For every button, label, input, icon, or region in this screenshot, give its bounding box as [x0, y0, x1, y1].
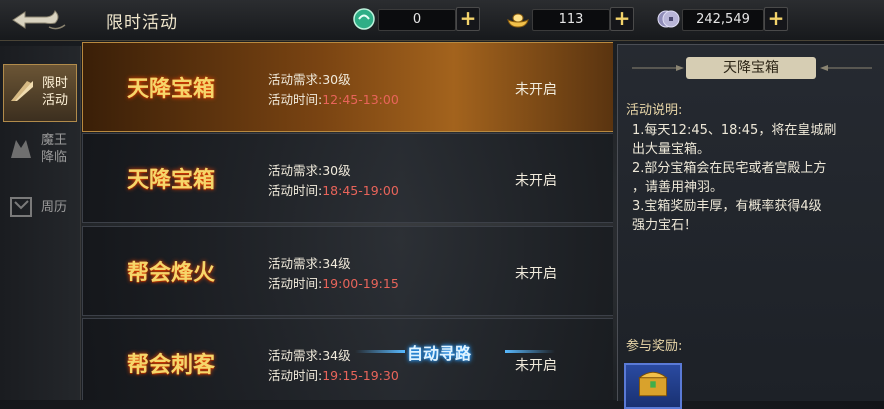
silver-resource: 242,549 + — [656, 7, 788, 31]
tab-label: 限时活动 — [42, 76, 69, 108]
activity-name: 帮会刺客 — [126, 353, 215, 378]
detail-title-plate: 天降宝箱 — [686, 57, 816, 79]
description-heading: 活动说明: — [626, 103, 683, 118]
activity-time-value: 19:00-19:15 — [322, 276, 399, 291]
activity-time: 活动时间:18:45-19:00 — [268, 183, 399, 198]
add-gold-button[interactable]: + — [610, 7, 634, 31]
silver-count: 242,549 — [682, 9, 764, 31]
activity-time: 活动时间:12:45-13:00 — [268, 92, 399, 107]
back-button[interactable] — [4, 4, 74, 36]
add-jade-button[interactable]: + — [456, 7, 480, 31]
activity-status: 未开启 — [515, 82, 557, 98]
activity-name: 天降宝箱 — [126, 168, 215, 193]
auto-path-indicator[interactable]: 自动寻路 — [355, 340, 555, 364]
jade-resource: 0 + — [352, 7, 480, 31]
activity-time-value: 12:45-13:00 — [322, 92, 399, 107]
detail-title: 天降宝箱 — [723, 60, 779, 76]
top-bar: 限时活动 0 + 113 + 242,549 + — [0, 0, 884, 41]
tab-label: 周历 — [41, 200, 68, 215]
reward-item[interactable] — [624, 363, 682, 409]
gold-count: 113 — [532, 9, 610, 31]
activity-row[interactable]: 天降宝箱 活动需求:30级 活动时间:18:45-19:00 未开启 — [82, 133, 613, 223]
auto-path-right-line — [505, 350, 555, 353]
tab-label: 魔王降临 — [41, 133, 68, 165]
title-ornament-left-icon — [632, 65, 684, 71]
back-arrow-icon — [12, 10, 66, 30]
gold-resource: 113 + — [506, 7, 634, 31]
activity-detail-panel: 天降宝箱 活动说明: 1.每天12:45、18:45，将在皇城刷 出大量宝箱。 … — [617, 44, 884, 409]
page-title: 限时活动 — [106, 13, 178, 33]
activity-time: 活动时间:19:00-19:15 — [268, 276, 399, 291]
calendar-icon — [10, 197, 32, 217]
auto-path-left-line — [355, 350, 405, 353]
title-ornament-right-icon — [820, 65, 872, 71]
reward-heading: 参与奖励: — [626, 339, 683, 354]
category-sidebar: 限时活动 魔王降临 周历 — [0, 46, 81, 400]
tab-limited-activity[interactable]: 限时活动 — [3, 64, 77, 122]
jade-count: 0 — [378, 9, 456, 31]
activity-requirement: 活动需求:30级 — [268, 72, 351, 87]
description-text: 1.每天12:45、18:45，将在皇城刷 出大量宝箱。 2.部分宝箱会在民宅或… — [632, 123, 837, 233]
activity-requirement: 活动需求:34级 — [268, 256, 351, 271]
activity-requirement: 活动需求:30级 — [268, 163, 351, 178]
activity-time: 活动时间:19:15-19:30 — [268, 368, 399, 383]
gold-ingot-icon — [507, 13, 529, 28]
tab-weekly-calendar[interactable]: 周历 — [3, 180, 75, 236]
activity-requirement: 活动需求:34级 — [268, 348, 351, 363]
treasure-chest-icon — [638, 371, 668, 397]
auto-path-label: 自动寻路 — [407, 344, 472, 363]
add-silver-button[interactable]: + — [764, 7, 788, 31]
activity-name: 帮会烽火 — [126, 261, 215, 286]
fan-icon — [11, 81, 33, 101]
jade-coin-icon — [353, 8, 375, 30]
activity-name: 天降宝箱 — [126, 77, 215, 102]
activity-status: 未开启 — [515, 173, 557, 189]
activity-time-value: 19:15-19:30 — [322, 368, 399, 383]
silver-coin-icon — [657, 10, 680, 28]
tab-demon-descent[interactable]: 魔王降临 — [3, 122, 75, 178]
activity-row[interactable]: 天降宝箱 活动需求:30级 活动时间:12:45-13:00 未开启 — [82, 42, 613, 132]
activity-time-value: 18:45-19:00 — [322, 183, 399, 198]
activity-status: 未开启 — [515, 266, 557, 282]
demon-icon — [11, 140, 31, 158]
activity-row[interactable]: 帮会烽火 活动需求:34级 活动时间:19:00-19:15 未开启 — [82, 226, 613, 316]
